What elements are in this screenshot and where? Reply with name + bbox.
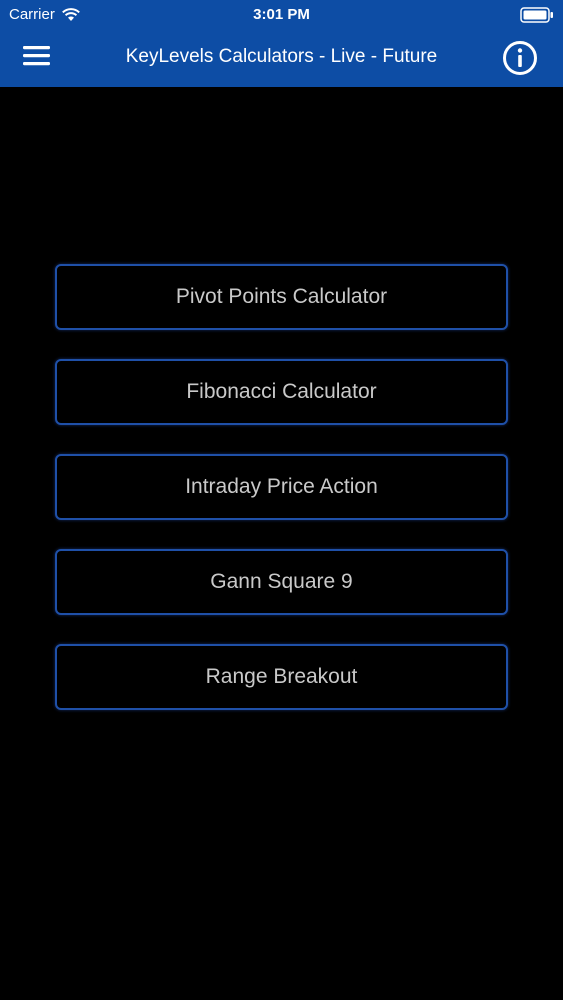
info-icon[interactable] — [502, 40, 538, 76]
hamburger-menu-icon[interactable] — [23, 44, 55, 70]
button-label: Intraday Price Action — [185, 475, 378, 498]
navigation-bar: KeyLevels Calculators - Live - Future — [0, 30, 563, 87]
pivot-points-calculator-button[interactable]: Pivot Points Calculator — [55, 264, 508, 330]
button-label: Pivot Points Calculator — [175, 285, 388, 308]
battery-icon — [520, 7, 554, 23]
fibonacci-calculator-button[interactable]: Fibonacci Calculator — [55, 359, 508, 425]
calculator-menu: Pivot Points Calculator Fibonacci Calcul… — [55, 264, 508, 739]
page-title: KeyLevels Calculators - Live - Future — [125, 46, 438, 67]
status-bar: Carrier 3:01 PM — [0, 0, 563, 30]
range-breakout-button[interactable]: Range Breakout — [55, 644, 508, 710]
status-time: 3:01 PM — [253, 6, 310, 23]
intraday-price-action-button[interactable]: Intraday Price Action — [55, 454, 508, 520]
button-label: Range Breakout — [205, 665, 358, 688]
button-label: Gann Square 9 — [210, 570, 353, 593]
top-bar: Carrier 3:01 PM KeyLevels Calculators - … — [0, 0, 563, 87]
gann-square-9-button[interactable]: Gann Square 9 — [55, 549, 508, 615]
button-label: Fibonacci Calculator — [186, 380, 377, 403]
